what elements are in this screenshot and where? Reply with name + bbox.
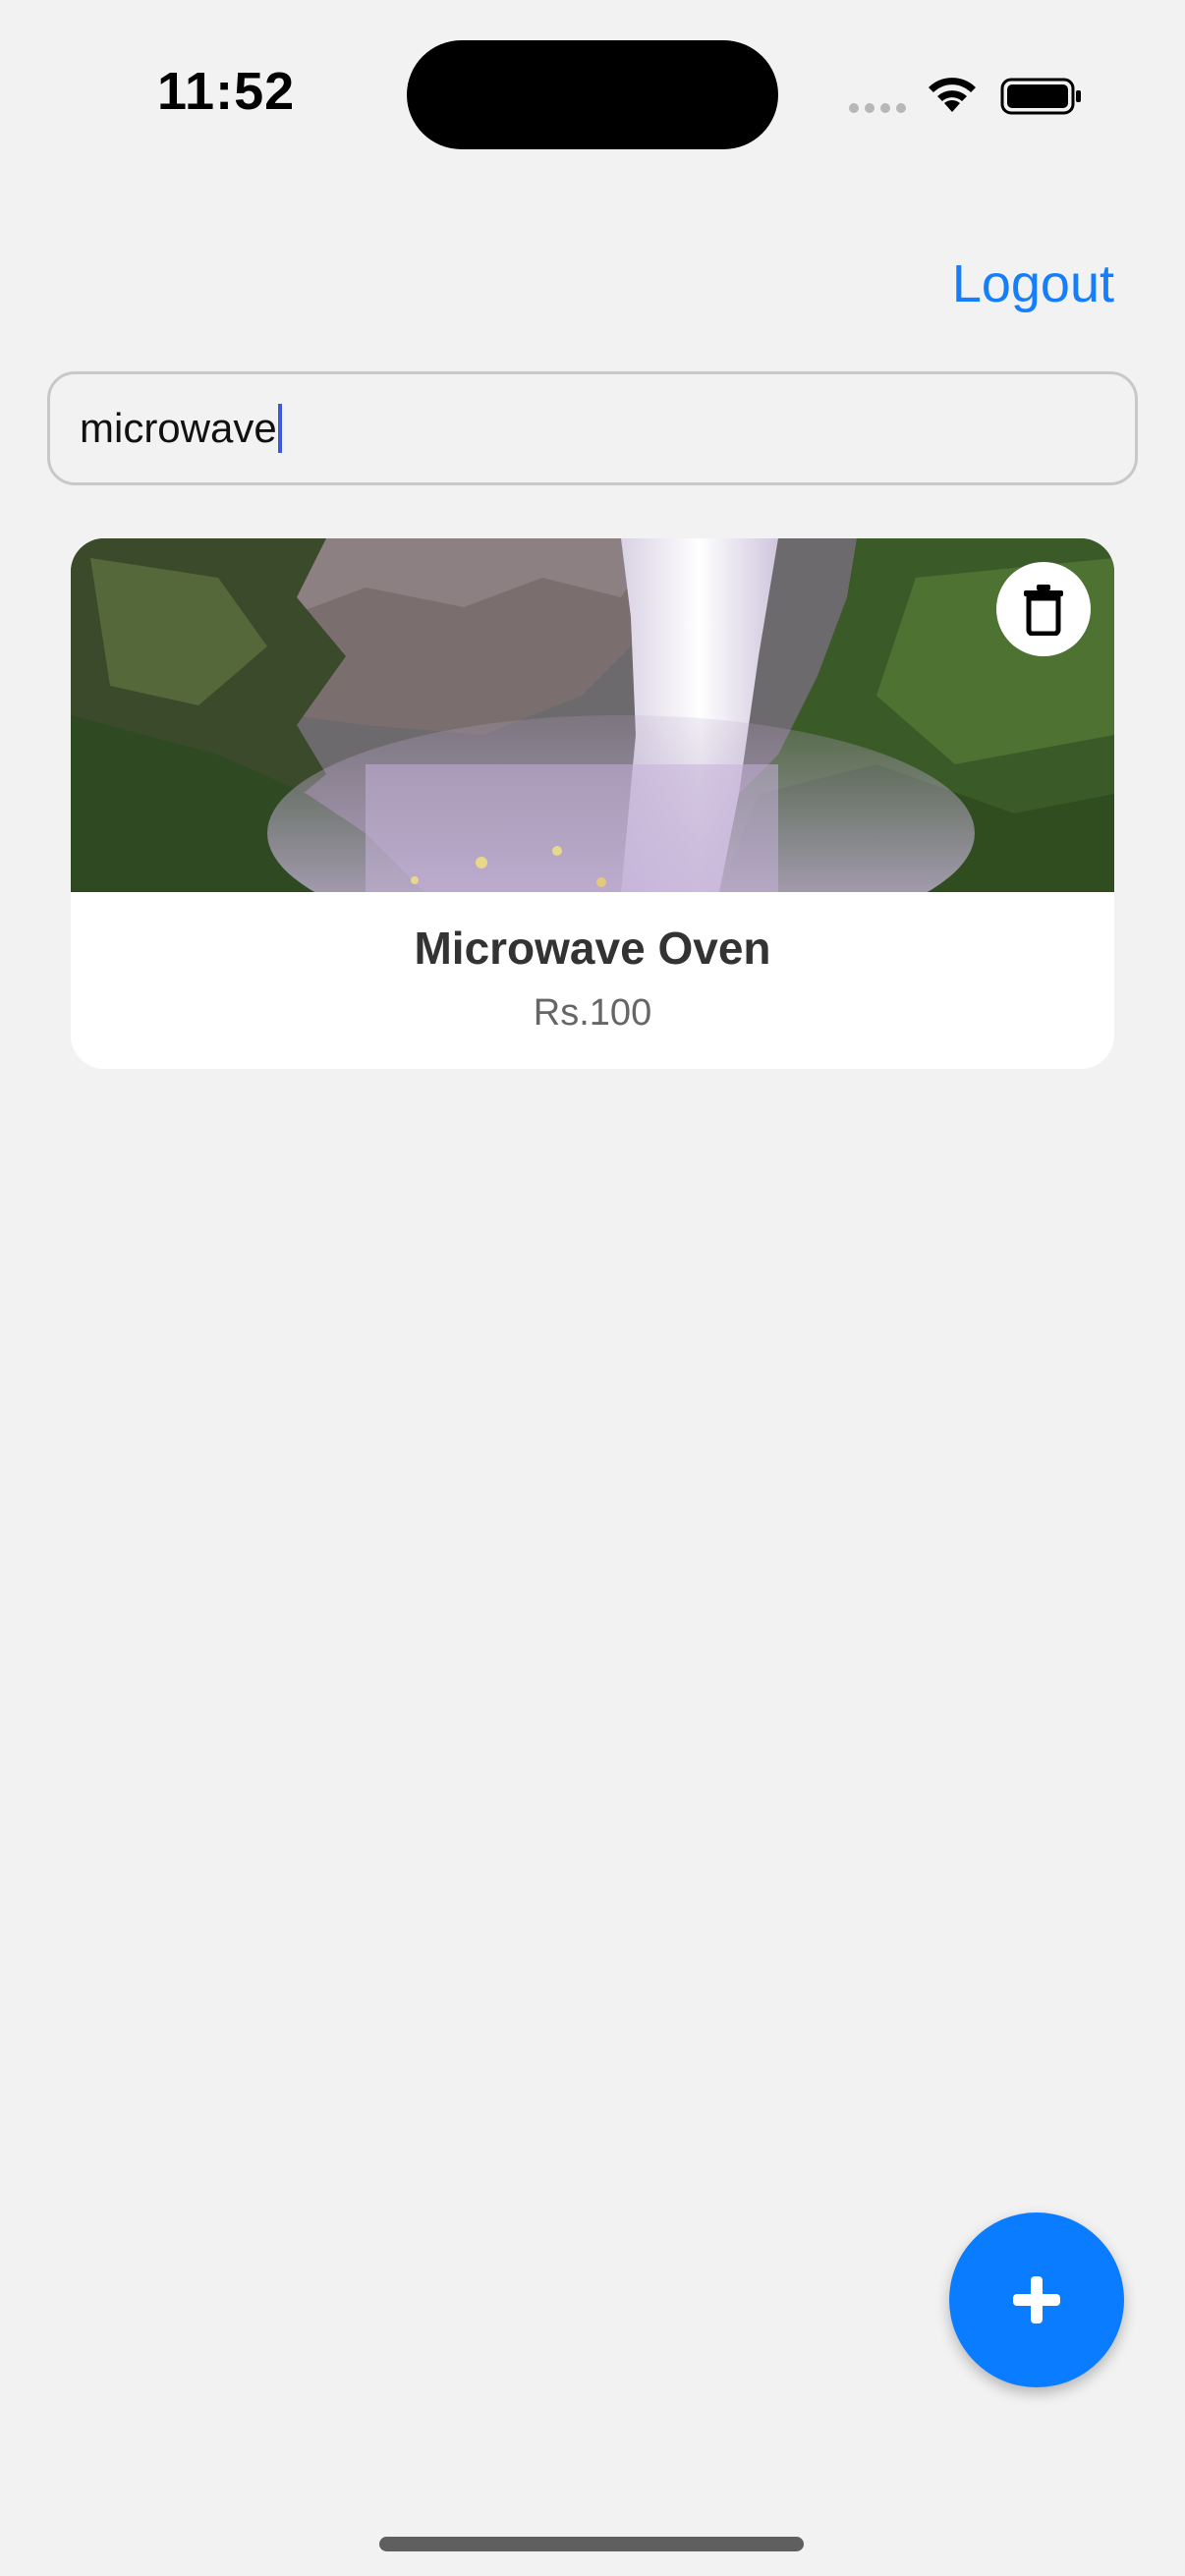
product-image [71, 538, 1114, 892]
dynamic-island [407, 40, 778, 149]
battery-icon [1000, 78, 1081, 115]
add-product-button[interactable] [949, 2212, 1124, 2387]
cellular-signal-icon [849, 103, 906, 113]
plus-icon [1013, 2276, 1060, 2324]
logout-button[interactable]: Logout [952, 253, 1114, 314]
trash-icon [1024, 585, 1063, 636]
product-price: Rs.100 [533, 992, 652, 1034]
delete-button[interactable] [996, 562, 1091, 656]
wifi-icon [929, 78, 976, 112]
search-input[interactable]: microwave [47, 371, 1138, 485]
app-screen: 11:52 Logout microwave Microwave Oven Rs… [0, 0, 1185, 2576]
product-card[interactable]: Microwave Oven Rs.100 [71, 538, 1114, 1069]
home-indicator[interactable] [379, 2537, 804, 2551]
search-input-value: microwave [80, 405, 277, 451]
product-title: Microwave Oven [414, 923, 771, 974]
text-cursor [277, 404, 282, 453]
status-time: 11:52 [157, 62, 296, 121]
